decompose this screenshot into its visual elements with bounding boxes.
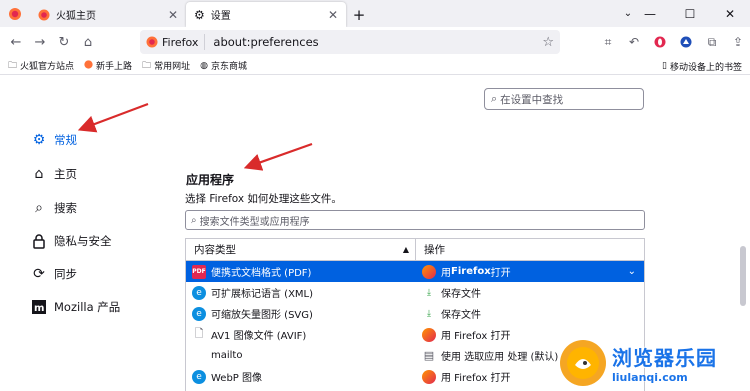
file-type-search-placeholder: 搜索文件类型或应用程序 [199, 216, 310, 228]
tab-firefox-home[interactable]: 火狐主页 ✕ [30, 2, 186, 27]
settings-search-input[interactable]: ⌕ 在设置中查找 [484, 88, 644, 110]
maximize-button[interactable]: ☐ [670, 0, 710, 27]
column-header-action[interactable]: 操作 [416, 239, 644, 260]
url-text[interactable]: about:preferences [213, 35, 542, 49]
action-dropdown[interactable]: 用 Firefox 打开 ⌄ [416, 261, 644, 282]
mozilla-icon: m [30, 298, 48, 316]
applications-description: 选择 Firefox 如何处理这些文件。 [185, 193, 342, 205]
sidebar-item-privacy[interactable]: 隐私与安全 [30, 232, 112, 250]
reload-icon[interactable]: ↻ [52, 30, 76, 54]
new-tab-button[interactable]: + [346, 2, 372, 27]
watermark-title: 浏览器乐园 [612, 345, 717, 370]
search-icon: ⌕ [191, 214, 197, 226]
watermark-url: liulanqi.com [612, 370, 688, 384]
edge-icon: e [192, 306, 206, 321]
table-row[interactable]: e 可扩展标记语言 (XML) ⤓ 保存文件 [186, 282, 644, 303]
file-type-search-input[interactable]: ⌕ 搜索文件类型或应用程序 [185, 210, 645, 230]
search-icon: ⌕ [491, 92, 498, 105]
watermark-logo [560, 339, 606, 386]
edge-icon: e [192, 369, 206, 384]
minimize-button[interactable]: — [630, 0, 670, 27]
tab-settings[interactable]: ⚙ 设置 ✕ [186, 2, 346, 27]
home-icon[interactable]: ⌂ [76, 30, 100, 54]
home-icon: ⌂ [34, 166, 44, 182]
star-icon[interactable]: ☆ [542, 35, 554, 50]
svg-text:m: m [34, 303, 44, 314]
share-icon[interactable]: ⇪ [726, 30, 750, 54]
sidebar-item-label: 同步 [54, 267, 77, 281]
identity-box[interactable]: Firefox [146, 34, 206, 50]
extensions-icon[interactable]: ⧉ [700, 30, 724, 54]
toolbar-extensions: ⌗ ↶ ⧉ ⇪ ≡ [596, 30, 750, 54]
folder-icon: 🗀 [142, 60, 152, 71]
page-scrollbar[interactable] [740, 246, 746, 306]
tab-label: 设置 [210, 11, 231, 22]
bookmark-item[interactable]: 🗀 火狐官方站点 [8, 58, 74, 74]
search-icon: ⌕ [35, 200, 43, 216]
sidebar-item-label: 主页 [54, 167, 77, 181]
sidebar-item-search[interactable]: ⌕ 搜索 [30, 199, 77, 217]
window-controls: — ☐ ✕ [630, 0, 750, 27]
app-icon: ▤ [423, 349, 435, 362]
firefox-icon [9, 7, 21, 20]
lock-icon [30, 232, 48, 250]
save-icon: ⤓ [427, 308, 431, 319]
firefox-icon [422, 369, 436, 384]
gear-icon: ⚙ [32, 132, 46, 148]
sort-asc-icon: ▲ [402, 245, 409, 254]
phone-icon: ▯ [662, 61, 667, 71]
sidebar-item-sync[interactable]: ⟳ 同步 [30, 265, 77, 283]
sidebar-item-label: Mozilla 产品 [54, 300, 121, 314]
crop-icon[interactable]: ⌗ [596, 30, 620, 54]
sync-icon: ⟳ [33, 266, 45, 282]
sidebar-item-label: 隐私与安全 [54, 234, 112, 248]
table-row[interactable]: e 可缩放矢量图形 (SVG) ⤓ 保存文件 [186, 303, 644, 324]
sidebar-item-label: 常规 [54, 133, 77, 147]
sidebar-item-mozilla-products[interactable]: m Mozilla 产品 [30, 298, 120, 316]
pdf-icon: PDF [192, 264, 206, 279]
file-icon: 🗋 [194, 327, 204, 340]
mobile-bookmarks[interactable]: ▯ 移动设备上的书签 [662, 57, 742, 75]
column-header-content-type[interactable]: 内容类型 ▲ [186, 239, 416, 260]
window-close-button[interactable]: ✕ [710, 0, 750, 27]
bookmark-item[interactable]: ◍ 京东商城 [200, 59, 247, 73]
close-icon[interactable]: ✕ [328, 8, 338, 22]
tab-label: 火狐主页 [56, 11, 96, 22]
chevron-down-icon: ⌄ [627, 266, 636, 277]
edge-icon: e [192, 285, 206, 300]
close-icon[interactable]: ✕ [168, 8, 178, 22]
firefox-icon [84, 59, 93, 72]
url-brand-label: Firefox [162, 35, 199, 49]
firefox-icon [38, 9, 50, 20]
save-icon: ⤓ [427, 287, 431, 298]
back-arrow-icon[interactable]: ← [4, 30, 28, 54]
sidebar-item-home[interactable]: ⌂ 主页 [30, 165, 77, 183]
table-header: 内容类型 ▲ 操作 [186, 239, 644, 261]
firefox-icon [422, 264, 436, 279]
bookmarks-bar: 🗀 火狐官方站点 新手上路 🗀 常用网址 ◍ 京东商城 ▯ 移动设备上的书签 [0, 57, 750, 75]
sidebar-item-label: 搜索 [54, 201, 77, 215]
settings-search-placeholder: 在设置中查找 [500, 93, 564, 106]
folder-icon: 🗀 [8, 60, 18, 71]
applications-title: 应用程序 [186, 173, 235, 187]
bookmark-item[interactable]: 新手上路 [84, 59, 132, 72]
bookmark-item[interactable]: 🗀 常用网址 [142, 58, 190, 74]
firefox-icon [422, 327, 436, 342]
navigation-bar: ← → ↻ ⌂ Firefox about:preferences ☆ ⌗ ↶ … [0, 27, 750, 57]
globe-icon: ◍ [200, 60, 208, 71]
url-bar[interactable]: Firefox about:preferences ☆ [140, 30, 560, 54]
opera-icon[interactable] [648, 30, 672, 54]
undo-icon[interactable]: ↶ [622, 30, 646, 54]
watermark: 浏览器乐园 liulanqi.com [560, 334, 750, 391]
sidebar-item-general[interactable]: ⚙ 常规 [30, 131, 77, 149]
firefox-icon [146, 36, 158, 48]
table-row[interactable]: PDF 便携式文档格式 (PDF) 用 Firefox 打开 ⌄ [186, 261, 644, 282]
firefox-view-button[interactable] [0, 0, 30, 27]
forward-arrow-icon[interactable]: → [28, 30, 52, 54]
tab-strip: 火狐主页 ✕ ⚙ 设置 ✕ + ⌄ — ☐ ✕ [0, 0, 750, 27]
shield-icon[interactable] [674, 30, 698, 54]
gear-icon: ⚙ [194, 7, 205, 22]
